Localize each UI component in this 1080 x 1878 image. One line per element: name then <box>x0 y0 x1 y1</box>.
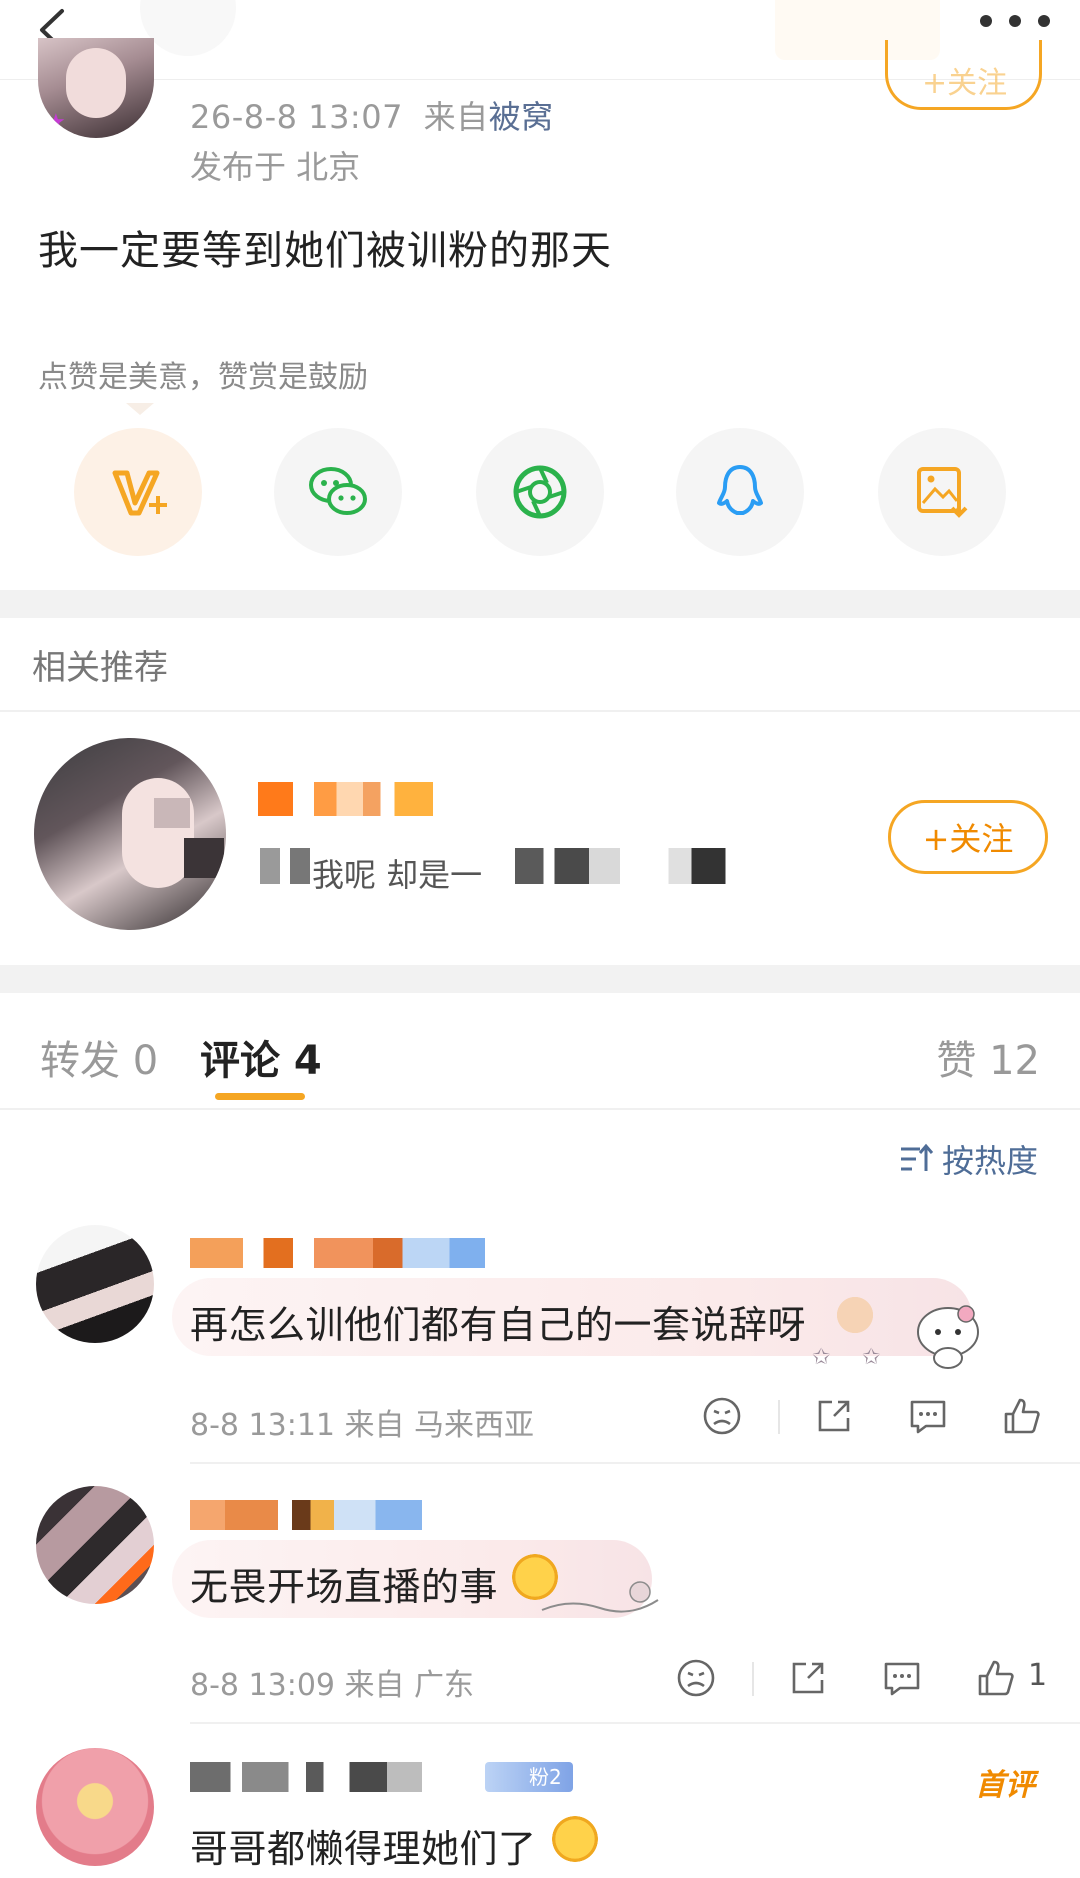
moments-shutter-icon <box>513 465 567 519</box>
fan-level-badge: 粉2 <box>485 1762 573 1792</box>
frown-face-icon <box>703 1397 741 1435</box>
post-time: 26-8-8 13:07 <box>190 98 403 136</box>
comment-text: 哥哥都懒得理她们了 <box>190 1827 537 1871</box>
more-options-button[interactable] <box>980 8 1050 34</box>
star-sticker-icon: ✩ ✩ <box>812 1345 880 1370</box>
wechat-share-button[interactable] <box>274 428 402 556</box>
comment-avatar[interactable] <box>36 1486 154 1604</box>
comment-meta: 8-8 13:09 来自 广东 <box>190 1668 475 1703</box>
related-bio-redacted <box>260 848 310 884</box>
comment-bubble-icon <box>884 1662 920 1696</box>
moments-share-button[interactable] <box>476 428 604 556</box>
repost-button[interactable] <box>786 1656 830 1700</box>
mosaic-block <box>154 798 190 828</box>
comment-meta: 8-8 13:11 来自 马来西亚 <box>190 1408 535 1443</box>
commenter-name-redacted[interactable] <box>190 1500 422 1530</box>
comment-avatar[interactable] <box>36 1225 154 1343</box>
reply-button[interactable] <box>880 1656 924 1700</box>
save-image-button[interactable] <box>878 428 1006 556</box>
comment-text: 无畏开场直播的事 <box>190 1565 499 1609</box>
active-tab-indicator <box>215 1093 305 1100</box>
sort-icon <box>900 1143 934 1171</box>
thumbs-up-icon <box>1004 1398 1040 1434</box>
divider <box>752 1662 754 1696</box>
svg-text:✩: ✩ <box>812 1345 830 1370</box>
post-body: 我一定要等到她们被训粉的那天 <box>38 228 612 274</box>
post-author-avatar[interactable]: ★ <box>38 38 154 138</box>
dislike-button[interactable] <box>700 1394 744 1438</box>
divider <box>0 1108 1080 1110</box>
reply-button[interactable] <box>906 1394 950 1438</box>
qq-penguin-icon <box>717 465 763 515</box>
sort-by-hot-button[interactable]: 按热度 <box>898 1136 1038 1182</box>
finger-heart-emoji-icon <box>832 1292 878 1338</box>
smirk-face-emoji-icon <box>552 1816 598 1862</box>
related-user-bio: 我呢 却是一 <box>312 856 483 894</box>
share-row <box>0 428 1080 558</box>
post-location: 发布于 北京 <box>190 148 361 186</box>
commenter-name-redacted[interactable] <box>190 1238 485 1268</box>
tab-likes[interactable]: 赞 12 <box>936 1028 1040 1086</box>
dot-icon <box>1038 15 1050 27</box>
tab-comments[interactable]: 评论 4 <box>200 1028 322 1086</box>
related-user-name-redacted[interactable] <box>258 782 433 816</box>
comment-text: 再怎么训他们都有自己的一套说辞呀 <box>190 1303 807 1347</box>
repost-button[interactable] <box>812 1394 856 1438</box>
post-follow-button[interactable]: +关注 <box>885 40 1042 110</box>
share-out-icon <box>818 1400 850 1432</box>
vip-reward-button[interactable] <box>74 428 202 556</box>
related-user-avatar[interactable] <box>34 738 226 930</box>
avatar-face <box>66 48 126 118</box>
divider <box>190 1462 1080 1464</box>
frown-face-icon <box>677 1659 715 1697</box>
post-source-link[interactable]: 被窝 <box>489 98 554 136</box>
hello-kitty-sticker-icon <box>917 1305 979 1369</box>
related-title: 相关推荐 <box>32 648 168 688</box>
v-plus-icon <box>112 470 167 516</box>
divider <box>190 1722 1080 1724</box>
comment-bubble-icon <box>910 1400 946 1434</box>
comment-actions <box>700 1394 1050 1438</box>
post-timestamp: 26-8-8 13:07 来自被窝 <box>190 92 554 138</box>
sort-label: 按热度 <box>941 1142 1038 1180</box>
reward-tip: 点赞是美意，赞赏是鼓励 <box>38 360 368 395</box>
mosaic-block <box>184 838 224 878</box>
divider <box>0 710 1080 712</box>
first-comment-badge: 首评 <box>975 1768 1035 1803</box>
section-divider <box>0 965 1080 993</box>
qq-share-button[interactable] <box>676 428 804 556</box>
wechat-icon <box>309 467 367 515</box>
star-icon: ★ <box>46 110 66 135</box>
related-follow-button[interactable]: +关注 <box>888 800 1048 874</box>
tip-arrow <box>126 403 154 415</box>
like-button[interactable] <box>974 1656 1018 1700</box>
commenter-name-redacted[interactable] <box>190 1762 480 1792</box>
post-follow-label: +关注 <box>922 66 1008 101</box>
like-button[interactable] <box>1000 1394 1044 1438</box>
section-divider <box>0 590 1080 618</box>
comment-avatar[interactable] <box>36 1748 154 1866</box>
post-source-prefix: 来自 <box>423 98 489 136</box>
dot-icon <box>980 15 992 27</box>
decorative-sticker-icon <box>541 1581 659 1613</box>
dislike-button[interactable] <box>674 1656 718 1700</box>
like-count: 1 <box>1028 1658 1048 1693</box>
header-avatar[interactable] <box>140 0 236 56</box>
tab-forward[interactable]: 转发 0 <box>40 1028 158 1086</box>
save-image-icon <box>917 467 968 518</box>
svg-text:✩: ✩ <box>862 1345 880 1370</box>
related-bio-redacted <box>492 848 777 884</box>
divider <box>778 1400 780 1434</box>
comment-actions: 1 <box>674 1656 1054 1700</box>
thumbs-up-icon <box>978 1660 1014 1696</box>
share-out-icon <box>792 1662 824 1694</box>
dot-icon <box>1009 15 1021 27</box>
